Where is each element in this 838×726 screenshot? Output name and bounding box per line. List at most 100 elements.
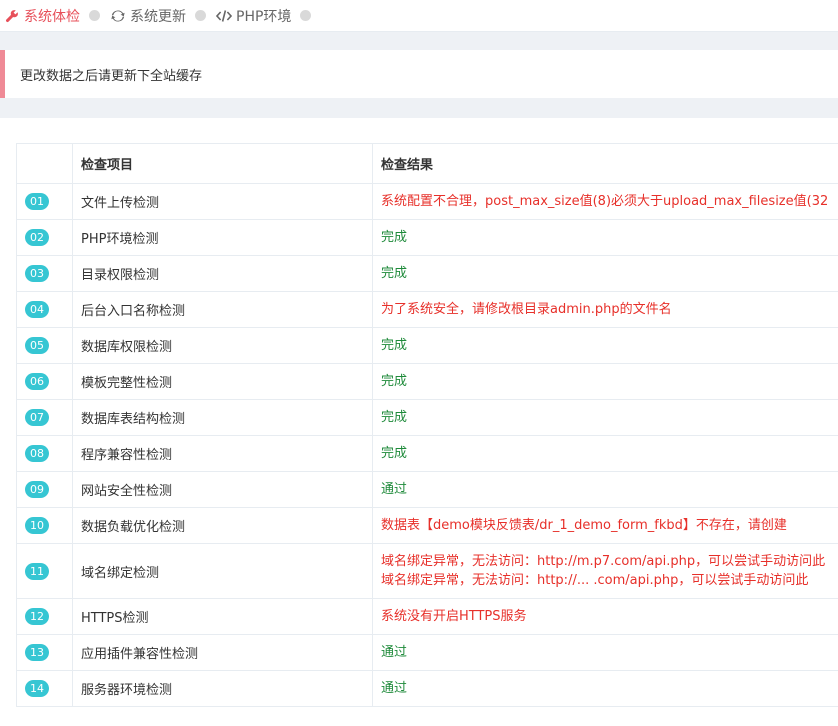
row-number-cell: 02: [16, 219, 73, 256]
check-result-cell: 系统配置不合理，post_max_size值(8)必须大于upload_max_…: [372, 183, 838, 220]
table-row: 05 数据库权限检测 完成: [16, 327, 838, 364]
check-item-cell: PHP环境检测: [72, 219, 373, 256]
table-row: 09 网站安全性检测 通过: [16, 471, 838, 508]
tab-label: PHP环境: [236, 8, 292, 25]
result-ok-text: 完成: [381, 266, 408, 281]
check-item-cell: 服务器环境检测: [72, 670, 373, 707]
table-header-row: 检查项目 检查结果: [16, 143, 838, 184]
check-result-cell: 域名绑定异常，无法访问：http://m.p7.com/api.php，可以尝试…: [372, 543, 838, 599]
cache-notice: 更改数据之后请更新下全站缓存: [0, 50, 838, 98]
check-result-cell: 完成: [372, 219, 838, 256]
tab-label: 系统更新: [130, 8, 186, 25]
row-number-badge: 10: [25, 517, 49, 534]
row-number-badge: 01: [25, 193, 49, 210]
row-number-badge: 06: [25, 373, 49, 390]
result-ok-text: 通过: [381, 645, 408, 660]
refresh-icon: [110, 8, 126, 24]
result-error-text: 数据表【demo模块反馈表/dr_1_demo_form_fkbd】不存在，请创…: [381, 518, 787, 533]
row-number-badge: 02: [25, 229, 49, 246]
row-number-cell: 06: [16, 363, 73, 400]
result-ok-text: 完成: [381, 230, 408, 245]
result-ok-text: 完成: [381, 374, 408, 389]
row-number-badge: 04: [25, 301, 49, 318]
row-number-cell: 12: [16, 598, 73, 635]
wrench-icon: [4, 8, 20, 24]
row-number-badge: 08: [25, 445, 49, 462]
result-error-text: 为了系统安全，请修改根目录admin.php的文件名: [381, 302, 672, 317]
row-number-cell: 07: [16, 399, 73, 436]
header-number: [16, 143, 73, 184]
row-number-cell: 01: [16, 183, 73, 220]
code-icon: [216, 8, 232, 24]
row-number-cell: 09: [16, 471, 73, 508]
check-result-cell: 数据表【demo模块反馈表/dr_1_demo_form_fkbd】不存在，请创…: [372, 507, 838, 544]
result-error-text: 域名绑定异常，无法访问：http://m.p7.com/api.php，可以尝试…: [381, 554, 826, 569]
row-number-cell: 13: [16, 634, 73, 671]
check-result-cell: 完成: [372, 363, 838, 400]
table-row: 10 数据负载优化检测 数据表【demo模块反馈表/dr_1_demo_form_f…: [16, 507, 838, 544]
table-row: 06 模板完整性检测 完成: [16, 363, 838, 400]
table-row: 13 应用插件兼容性检测 通过: [16, 634, 838, 671]
check-item-cell: 网站安全性检测: [72, 471, 373, 508]
row-number-badge: 07: [25, 409, 49, 426]
check-table: 检查项目 检查结果 01 文件上传检测 系统配置不合理，post_max_size值…: [16, 143, 838, 707]
table-body: 01 文件上传检测 系统配置不合理，post_max_size值(8)必须大于upl…: [16, 183, 838, 707]
check-item-cell: 程序兼容性检测: [72, 435, 373, 472]
table-row: 01 文件上传检测 系统配置不合理，post_max_size值(8)必须大于upl…: [16, 183, 838, 220]
check-item-cell: HTTPS检测: [72, 598, 373, 635]
check-result-cell: 系统没有开启HTTPS服务: [372, 598, 838, 635]
check-item-cell: 模板完整性检测: [72, 363, 373, 400]
row-number-badge: 14: [25, 680, 49, 697]
row-number-badge: 09: [25, 481, 49, 498]
table-row: 04 后台入口名称检测 为了系统安全，请修改根目录admin.php的文件名: [16, 291, 838, 328]
check-item-cell: 文件上传检测: [72, 183, 373, 220]
row-number-badge: 12: [25, 608, 49, 625]
row-number-cell: 03: [16, 255, 73, 292]
result-ok-text: 通过: [381, 681, 408, 696]
table-row: 11 域名绑定检测 域名绑定异常，无法访问：http://m.p7.com/api.…: [16, 543, 838, 599]
row-number-cell: 11: [16, 543, 73, 599]
header-check-item: 检查项目: [72, 143, 373, 184]
check-item-cell: 目录权限检测: [72, 255, 373, 292]
check-item-cell: 数据库表结构检测: [72, 399, 373, 436]
check-result-cell: 为了系统安全，请修改根目录admin.php的文件名: [372, 291, 838, 328]
tab-bar: 系统体检 系统更新 PHP环境: [0, 0, 838, 32]
separator-dot: [89, 10, 100, 21]
row-number-cell: 10: [16, 507, 73, 544]
tab-label: 系统体检: [24, 8, 80, 25]
row-number-badge: 13: [25, 644, 49, 661]
row-number-badge: 03: [25, 265, 49, 282]
check-result-cell: 完成: [372, 435, 838, 472]
check-item-cell: 后台入口名称检测: [72, 291, 373, 328]
check-panel: 检查项目 检查结果 01 文件上传检测 系统配置不合理，post_max_size值…: [0, 118, 838, 726]
row-number-cell: 05: [16, 327, 73, 364]
row-number-badge: 11: [25, 562, 49, 580]
table-row: 07 数据库表结构检测 完成: [16, 399, 838, 436]
check-item-cell: 应用插件兼容性检测: [72, 634, 373, 671]
check-result-cell: 完成: [372, 255, 838, 292]
table-row: 03 目录权限检测 完成: [16, 255, 838, 292]
result-error-text: 域名绑定异常，无法访问：http://... .com/api.php，可以尝试…: [381, 573, 809, 588]
check-result-cell: 通过: [372, 670, 838, 707]
result-ok-text: 完成: [381, 410, 408, 425]
tab-system-update[interactable]: 系统更新: [110, 0, 186, 32]
check-result-cell: 完成: [372, 399, 838, 436]
result-error-text: 系统没有开启HTTPS服务: [381, 609, 527, 624]
check-item-cell: 域名绑定检测: [72, 543, 373, 599]
check-result-cell: 通过: [372, 471, 838, 508]
check-item-cell: 数据库权限检测: [72, 327, 373, 364]
check-result-cell: 完成: [372, 327, 838, 364]
check-item-cell: 数据负载优化检测: [72, 507, 373, 544]
tab-php-env[interactable]: PHP环境: [216, 0, 291, 32]
table-row: 12 HTTPS检测 系统没有开启HTTPS服务: [16, 598, 838, 635]
result-ok-text: 完成: [381, 338, 408, 353]
result-ok-text: 通过: [381, 482, 408, 497]
separator-dot: [195, 10, 206, 21]
row-number-cell: 14: [16, 670, 73, 707]
table-row: 02 PHP环境检测 完成: [16, 219, 838, 256]
row-number-badge: 05: [25, 337, 49, 354]
row-number-cell: 08: [16, 435, 73, 472]
tab-system-check[interactable]: 系统体检: [4, 0, 80, 32]
table-row: 14 服务器环境检测 通过: [16, 670, 838, 707]
table-row: 08 程序兼容性检测 完成: [16, 435, 838, 472]
